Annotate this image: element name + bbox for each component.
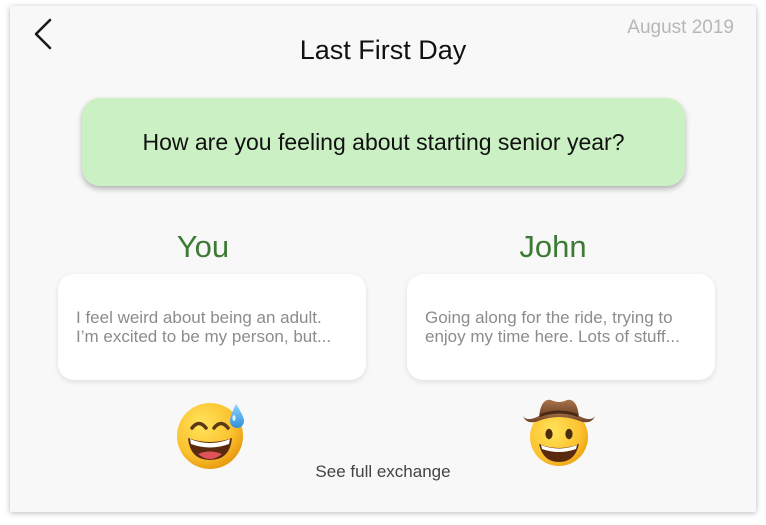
exchange-card: August 2019 Last First Day How are you f… — [10, 6, 756, 512]
page-title: Last First Day — [299, 35, 467, 65]
grinning-face-with-sweat-icon — [177, 403, 244, 469]
cowboy-hat-face-icon — [523, 399, 595, 466]
see-full-exchange-link[interactable]: See full exchange — [10, 462, 756, 482]
question-text: How are you feeling about starting senio… — [142, 128, 625, 155]
answer-card-you[interactable]: I feel weird about being an adult. I’m e… — [58, 274, 366, 380]
answer-text-you: I feel weird about being an adult. I’m e… — [76, 308, 331, 346]
participant-name-john: John — [519, 229, 587, 264]
answer-text-john: Going along for the ride, trying to enjo… — [425, 308, 680, 346]
answer-card-john[interactable]: Going along for the ride, trying to enjo… — [407, 274, 715, 380]
question-card: How are you feeling about starting senio… — [82, 98, 685, 186]
answer-line: enjoy my time here. Lots of stuff... — [425, 327, 680, 346]
participant-name-you: You — [176, 229, 230, 264]
answer-line: Going along for the ride, trying to — [425, 308, 673, 327]
answer-line: I’m excited to be my person, but... — [76, 327, 332, 346]
answer-line: I feel weird about being an adult. — [76, 308, 322, 327]
